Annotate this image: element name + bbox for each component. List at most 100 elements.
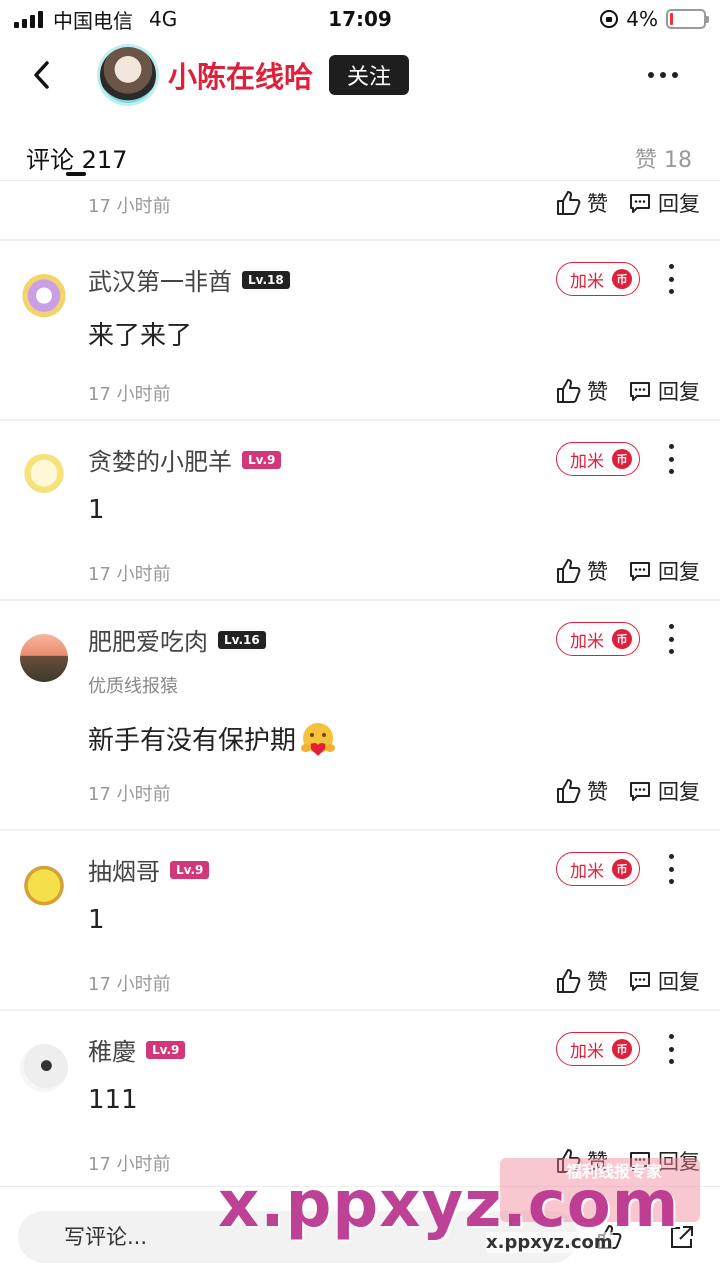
like-label: 赞 bbox=[587, 1150, 608, 1174]
bottom-bar bbox=[0, 1186, 720, 1280]
like-button[interactable]: 赞 bbox=[555, 776, 608, 806]
reply-button[interactable]: 回复 bbox=[628, 188, 700, 218]
jiami-label: 加米 bbox=[570, 1041, 604, 1062]
reply-button[interactable]: 回复 bbox=[628, 556, 700, 586]
thumbs-up-icon bbox=[557, 379, 581, 403]
comment-more-icon[interactable] bbox=[664, 624, 678, 654]
reply-button[interactable]: 回复 bbox=[628, 1146, 700, 1176]
like-label: 赞 bbox=[587, 380, 608, 404]
follow-button[interactable]: 关注 bbox=[329, 55, 410, 95]
reply-button[interactable]: 回复 bbox=[628, 776, 700, 806]
chat-icon bbox=[630, 194, 650, 213]
comment-text: 1 bbox=[88, 495, 105, 525]
tab-active-indicator bbox=[66, 172, 86, 176]
header: 小陈在线哈 关注 bbox=[0, 40, 720, 110]
jiami-label: 加米 bbox=[570, 451, 604, 472]
share-icon[interactable] bbox=[668, 1223, 696, 1251]
chat-icon bbox=[630, 972, 650, 991]
jiami-label: 加米 bbox=[570, 271, 604, 292]
thumbs-up-icon bbox=[557, 191, 581, 215]
comment-username[interactable]: 稚慶 Lv.9 bbox=[88, 1032, 186, 1067]
comment-time: 17 小时前 bbox=[88, 196, 171, 217]
comment-content: 1 bbox=[88, 495, 105, 525]
chat-icon bbox=[630, 782, 650, 801]
user-avatar[interactable] bbox=[20, 274, 68, 322]
like-button[interactable]: 赞 bbox=[555, 188, 608, 218]
comment-time: 17 小时前 bbox=[88, 384, 171, 405]
comment-content: 来了来了 bbox=[88, 315, 192, 352]
comment-input[interactable] bbox=[18, 1211, 578, 1263]
like-button[interactable]: 赞 bbox=[555, 1146, 608, 1176]
tab-likes[interactable]: 赞 18 bbox=[635, 142, 692, 174]
comment-item: 抽烟哥 Lv.9 加米 币 1 17 小时前 赞 回复 bbox=[0, 830, 720, 1010]
comment-time: 17 小时前 bbox=[88, 784, 171, 805]
comment-item: 贪婪的小肥羊 Lv.9 加米 币 1 17 小时前 赞 回复 bbox=[0, 420, 720, 600]
author-avatar[interactable] bbox=[100, 47, 156, 103]
like-label: 赞 bbox=[587, 192, 608, 216]
network-type: 4G bbox=[149, 7, 178, 31]
tab-likes-label: 赞 bbox=[634, 148, 657, 173]
reply-button[interactable]: 回复 bbox=[628, 376, 700, 406]
hug-emoji-icon bbox=[301, 722, 336, 756]
user-title: 优质线报猿 bbox=[88, 676, 178, 697]
back-icon[interactable] bbox=[12, 45, 72, 105]
jiami-label: 加米 bbox=[570, 631, 604, 652]
reply-label: 回复 bbox=[658, 560, 700, 584]
like-icon[interactable] bbox=[596, 1223, 624, 1251]
comment-more-icon[interactable] bbox=[664, 854, 678, 884]
comment-username[interactable]: 抽烟哥 Lv.9 bbox=[88, 852, 210, 887]
coin-icon: 币 bbox=[612, 1039, 632, 1059]
author-name[interactable]: 小陈在线哈 bbox=[168, 54, 313, 96]
comment-time: 17 小时前 bbox=[88, 1154, 171, 1175]
comment-time: 17 小时前 bbox=[88, 564, 171, 585]
comment-more-icon[interactable] bbox=[664, 1034, 678, 1064]
jiami-button[interactable]: 加米 币 bbox=[556, 622, 640, 656]
jiami-label: 加米 bbox=[570, 861, 604, 882]
chat-icon bbox=[630, 382, 650, 401]
chat-icon bbox=[630, 1152, 650, 1171]
comment-username[interactable]: 武汉第一非酋 Lv.18 bbox=[88, 262, 290, 297]
comment-tabs: 评论 217 赞 18 bbox=[0, 130, 720, 180]
comment-text: 来了来了 bbox=[88, 321, 193, 351]
like-button[interactable]: 赞 bbox=[555, 376, 608, 406]
coin-icon: 币 bbox=[612, 269, 632, 289]
level-badge: Lv.9 bbox=[242, 451, 282, 469]
battery-percent: 4% bbox=[626, 7, 658, 31]
thumbs-up-icon bbox=[557, 969, 581, 993]
comment-more-icon[interactable] bbox=[664, 444, 678, 474]
comment-text: 新手有没有保护期 bbox=[88, 726, 297, 756]
reply-label: 回复 bbox=[658, 192, 700, 216]
like-button[interactable]: 赞 bbox=[555, 556, 608, 586]
more-icon[interactable] bbox=[648, 72, 678, 78]
reply-button[interactable]: 回复 bbox=[628, 966, 700, 996]
like-label: 赞 bbox=[587, 780, 608, 804]
thumbs-up-icon bbox=[557, 559, 581, 583]
user-avatar[interactable] bbox=[20, 864, 68, 912]
comment-username[interactable]: 肥肥爱吃肉 Lv.16 bbox=[88, 622, 266, 657]
like-button[interactable]: 赞 bbox=[555, 966, 608, 996]
comment-item: 武汉第一非酋 Lv.18 加米 币 来了来了 17 小时前 赞 回复 bbox=[0, 240, 720, 420]
partial-comment: 17 小时前 赞 回复 bbox=[0, 180, 720, 240]
username-text: 武汉第一非酋 bbox=[88, 268, 232, 296]
comment-more-icon[interactable] bbox=[664, 264, 678, 294]
level-badge: Lv.9 bbox=[146, 1041, 186, 1059]
comment-content: 111 bbox=[88, 1085, 138, 1115]
tab-comments[interactable]: 评论 217 bbox=[26, 140, 127, 175]
jiami-button[interactable]: 加米 币 bbox=[556, 262, 640, 296]
user-avatar[interactable] bbox=[20, 634, 68, 682]
comment-item: 肥肥爱吃肉 Lv.16 加米 币 优质线报猿 新手有没有保护期 17 小时前 赞 … bbox=[0, 600, 720, 830]
comment-username[interactable]: 贪婪的小肥羊 Lv.9 bbox=[88, 442, 282, 477]
jiami-button[interactable]: 加米 币 bbox=[556, 1032, 640, 1066]
battery-icon bbox=[666, 9, 709, 29]
jiami-button[interactable]: 加米 币 bbox=[556, 442, 640, 476]
user-avatar[interactable] bbox=[20, 454, 68, 502]
comment-text: 1 bbox=[88, 905, 105, 935]
status-bar: 中国电信 4G 17:09 4% bbox=[0, 0, 720, 38]
jiami-button[interactable]: 加米 币 bbox=[556, 852, 640, 886]
user-avatar[interactable] bbox=[20, 1044, 68, 1092]
level-badge: Lv.9 bbox=[170, 861, 210, 879]
tab-likes-count: 18 bbox=[664, 148, 692, 173]
tab-comments-label: 评论 bbox=[26, 146, 74, 174]
comment-content: 新手有没有保护期 bbox=[88, 720, 338, 761]
tab-comments-count: 217 bbox=[81, 146, 128, 174]
